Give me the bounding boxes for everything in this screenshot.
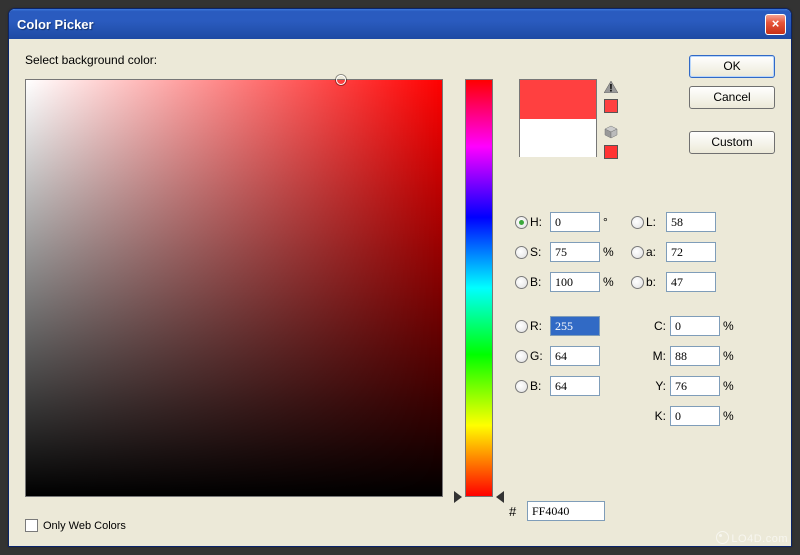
- color-swatch: [519, 79, 597, 157]
- unit-c: %: [723, 319, 741, 333]
- input-y[interactable]: [670, 376, 720, 396]
- hex-input[interactable]: [527, 501, 605, 521]
- cube-icon[interactable]: [604, 125, 618, 139]
- input-b-lab[interactable]: [666, 272, 716, 292]
- unit-y: %: [723, 379, 741, 393]
- button-stack: OK Cancel Custom: [689, 55, 775, 154]
- custom-button[interactable]: Custom: [689, 131, 775, 154]
- only-web-colors-label: Only Web Colors: [43, 520, 126, 532]
- label-h: H:: [530, 215, 550, 229]
- svg-text:!: !: [609, 83, 613, 94]
- window-title: Color Picker: [17, 17, 765, 32]
- numeric-fields: H: ° L: S: % a:: [515, 207, 775, 431]
- swatch-new-color[interactable]: [520, 80, 596, 119]
- radio-r[interactable]: [515, 320, 528, 333]
- radio-h[interactable]: [515, 216, 528, 229]
- close-icon[interactable]: ×: [765, 14, 786, 35]
- sv-cursor-icon[interactable]: [336, 75, 346, 85]
- input-s[interactable]: [550, 242, 600, 262]
- warning-icon[interactable]: !: [604, 81, 618, 93]
- input-h[interactable]: [550, 212, 600, 232]
- label-a: a:: [646, 245, 666, 259]
- label-r: R:: [530, 319, 550, 333]
- unit-s: %: [603, 245, 621, 259]
- radio-l[interactable]: [631, 216, 644, 229]
- input-c[interactable]: [670, 316, 720, 336]
- label-s: S:: [530, 245, 550, 259]
- label-g: G:: [530, 349, 550, 363]
- input-g[interactable]: [550, 346, 600, 366]
- saturation-value-field[interactable]: [25, 79, 443, 497]
- hue-slider[interactable]: [465, 79, 493, 497]
- label-m: M:: [646, 349, 666, 363]
- swatch-previous-color[interactable]: [520, 119, 596, 157]
- label-b-hsb: B:: [530, 275, 550, 289]
- label-b-rgb: B:: [530, 379, 550, 393]
- color-picker-dialog: Color Picker × Select background color: …: [8, 8, 792, 547]
- label-b-lab: b:: [646, 275, 666, 289]
- label-y: Y:: [646, 379, 666, 393]
- cancel-button[interactable]: Cancel: [689, 86, 775, 109]
- radio-a[interactable]: [631, 246, 644, 259]
- label-c: C:: [646, 319, 666, 333]
- radio-b-hsb[interactable]: [515, 276, 528, 289]
- unit-h: °: [603, 215, 621, 229]
- websafe-swatch[interactable]: [604, 145, 618, 159]
- unit-b-hsb: %: [603, 275, 621, 289]
- label-l: L:: [646, 215, 666, 229]
- only-web-colors-checkbox[interactable]: [25, 519, 38, 532]
- hex-row: #: [509, 501, 605, 521]
- hash-icon: #: [509, 504, 527, 519]
- label-k: K:: [646, 409, 666, 423]
- radio-b-rgb[interactable]: [515, 380, 528, 393]
- input-b-rgb[interactable]: [550, 376, 600, 396]
- input-r[interactable]: [550, 316, 600, 336]
- input-a[interactable]: [666, 242, 716, 262]
- input-k[interactable]: [670, 406, 720, 426]
- watermark: LO4D.com: [716, 530, 788, 545]
- gamut-swatch[interactable]: [604, 99, 618, 113]
- radio-g[interactable]: [515, 350, 528, 363]
- unit-k: %: [723, 409, 741, 423]
- input-m[interactable]: [670, 346, 720, 366]
- input-l[interactable]: [666, 212, 716, 232]
- prompt-label: Select background color:: [25, 53, 775, 67]
- hue-slider-thumb-right-icon[interactable]: [496, 491, 504, 503]
- hue-slider-thumb-left-icon[interactable]: [454, 491, 462, 503]
- only-web-colors-row: Only Web Colors: [25, 519, 126, 532]
- unit-m: %: [723, 349, 741, 363]
- input-b-hsb[interactable]: [550, 272, 600, 292]
- radio-s[interactable]: [515, 246, 528, 259]
- gamut-warning-stack: !: [604, 81, 618, 159]
- ok-button[interactable]: OK: [689, 55, 775, 78]
- titlebar[interactable]: Color Picker ×: [9, 9, 791, 39]
- radio-b-lab[interactable]: [631, 276, 644, 289]
- dialog-content: Select background color: ! OK Cancel Cus…: [9, 39, 791, 546]
- watermark-logo-icon: [716, 531, 729, 544]
